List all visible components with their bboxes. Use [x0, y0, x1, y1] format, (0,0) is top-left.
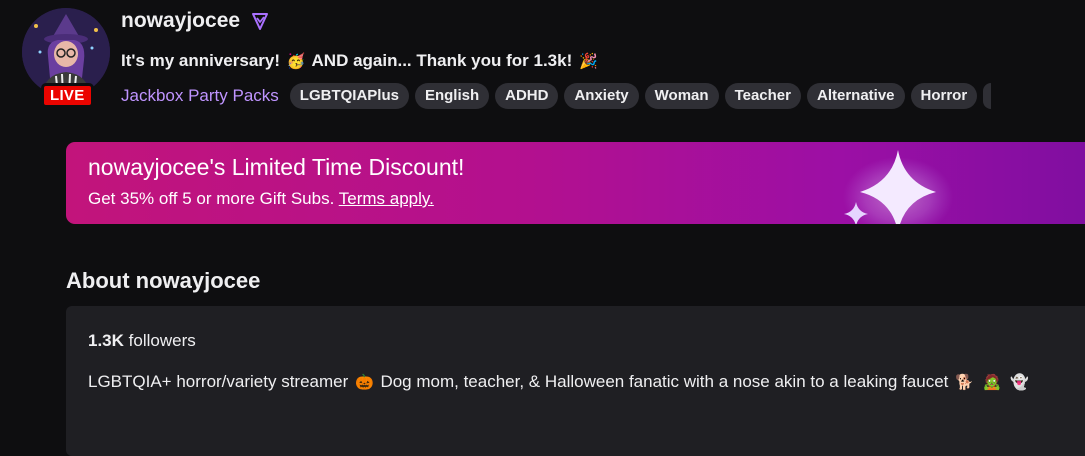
followers-count: 1.3K followers — [88, 331, 196, 351]
sparkle-icon — [843, 150, 953, 224]
tag-adhd[interactable]: ADHD — [495, 83, 559, 109]
live-badge: LIVE — [41, 83, 94, 108]
bio-text-1: LGBTQIA+ horror/variety streamer — [88, 372, 349, 391]
tag-alternative[interactable]: Alternative — [806, 83, 905, 109]
jack-o-lantern-emoji-icon: 🎃 — [355, 374, 374, 391]
about-panel: 1.3K followers LGBTQIA+ horror/variety s… — [66, 306, 1085, 456]
followers-number: 1.3K — [88, 331, 124, 350]
tags-row: Jackbox Party Packs LGBTQIAPlus English … — [121, 83, 992, 109]
about-heading: About nowayjocee — [66, 268, 261, 293]
tag-anxiety[interactable]: Anxiety — [564, 83, 639, 109]
ghost-emoji-icon: 👻 — [1009, 374, 1029, 391]
tag-horror[interactable]: Horror — [910, 83, 978, 109]
party-popper-emoji-icon: 🎉 — [578, 53, 598, 70]
tag-overflow[interactable] — [983, 83, 992, 109]
tag-english[interactable]: English — [414, 83, 490, 109]
tag-lgbtqiaplus[interactable]: LGBTQIAPlus — [289, 83, 409, 109]
channel-bio: LGBTQIA+ horror/variety streamer 🎃 Dog m… — [88, 368, 1068, 396]
followers-label: followers — [128, 331, 196, 350]
party-face-emoji-icon: 🥳 — [286, 53, 306, 70]
promo-title: nowayjocee's Limited Time Discount! — [88, 154, 465, 180]
dog-emoji-icon: 🐕 — [955, 374, 974, 391]
bio-text-2: Dog mom, teacher, & Halloween fanatic wi… — [380, 372, 949, 391]
terms-link[interactable]: Terms apply. — [339, 189, 434, 208]
stream-title: It's my anniversary! 🥳 AND again... Than… — [121, 51, 600, 71]
channel-name-row: nowayjocee — [121, 9, 270, 33]
channel-name[interactable]: nowayjocee — [121, 9, 240, 33]
promo-banner: nowayjocee's Limited Time Discount! Get … — [66, 142, 1085, 224]
category-link[interactable]: Jackbox Party Packs — [121, 86, 279, 106]
zombie-emoji-icon: 🧟 — [982, 374, 1002, 391]
stream-title-part1: It's my anniversary! — [121, 51, 281, 70]
tag-teacher[interactable]: Teacher — [724, 83, 801, 109]
partner-badge-icon — [252, 13, 269, 30]
promo-subtitle-text: Get 35% off 5 or more Gift Subs. — [88, 189, 335, 208]
stream-title-part2: AND again... Thank you for 1.3k! — [311, 51, 573, 70]
promo-subtitle: Get 35% off 5 or more Gift Subs. Terms a… — [88, 189, 434, 209]
tag-woman[interactable]: Woman — [644, 83, 719, 109]
